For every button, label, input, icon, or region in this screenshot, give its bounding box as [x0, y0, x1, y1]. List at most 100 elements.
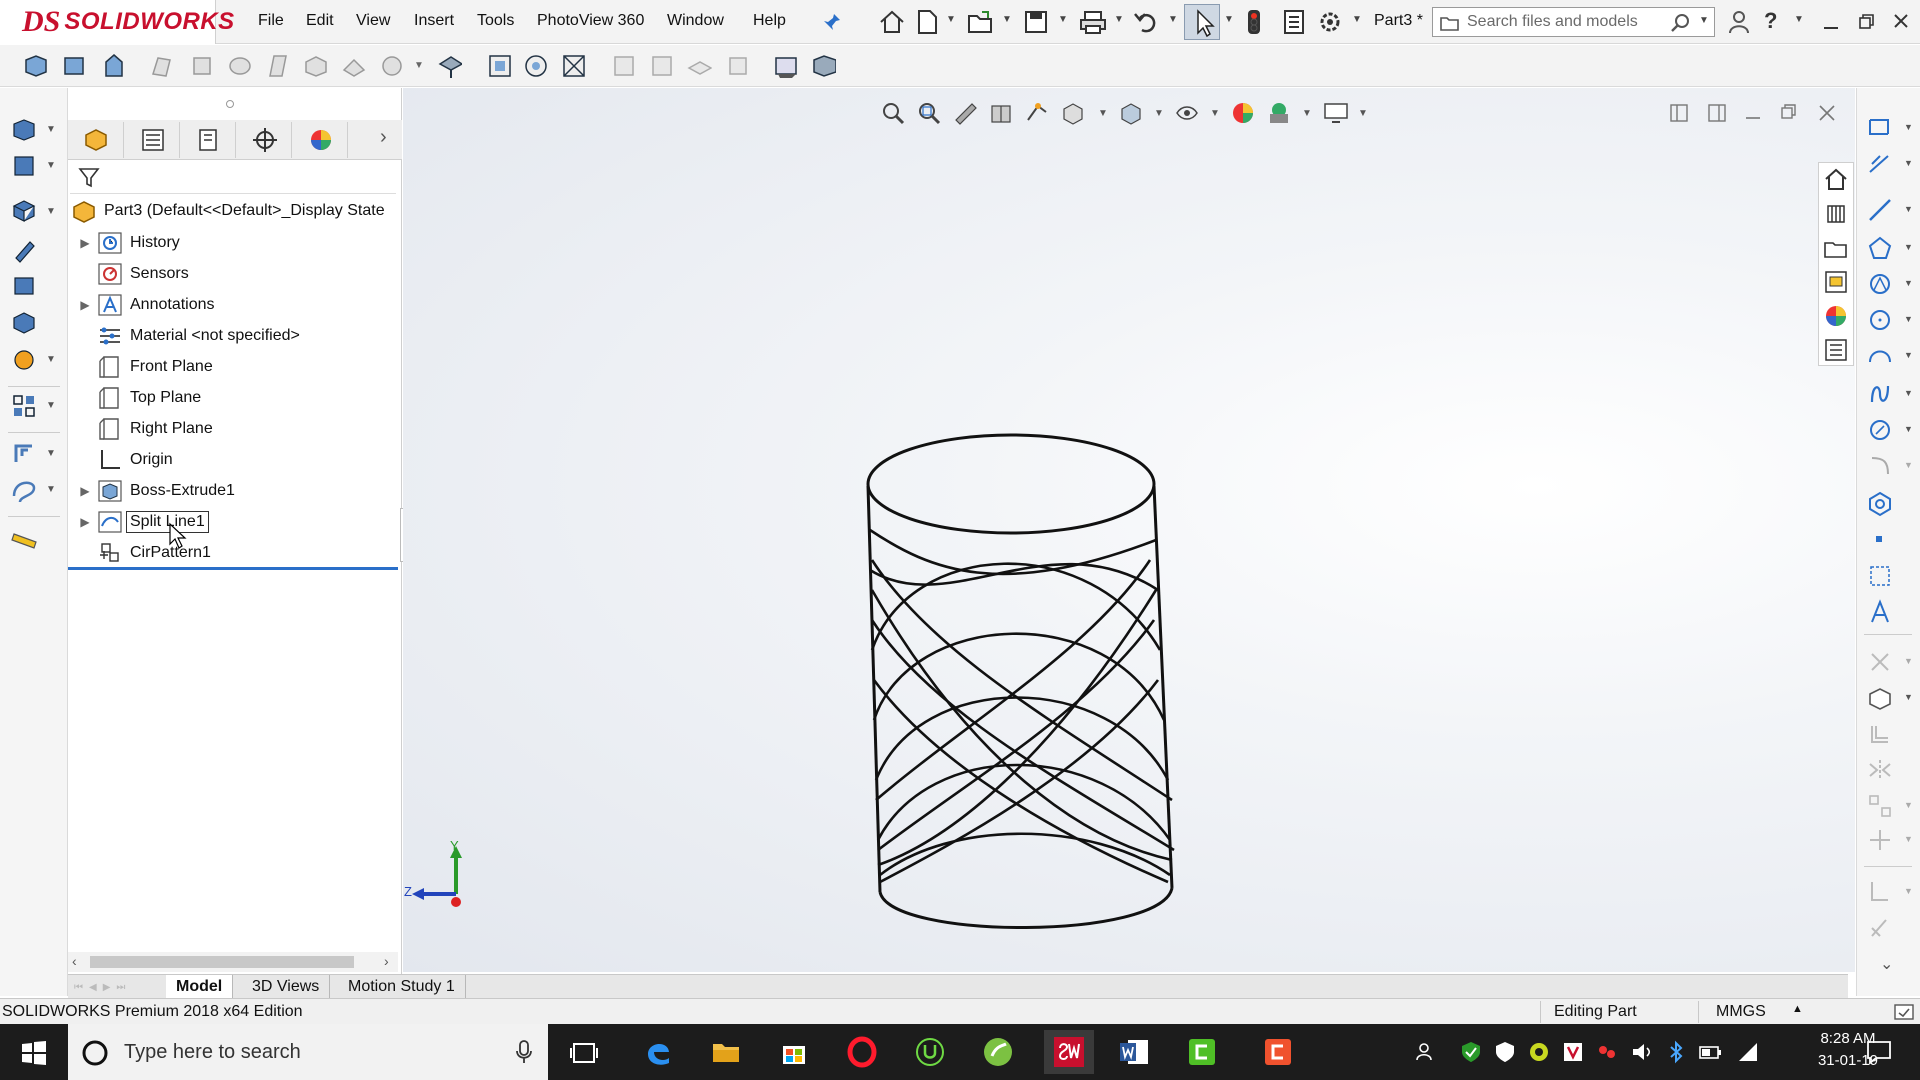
menu-help[interactable]: Help — [753, 12, 786, 30]
tree-item-history[interactable]: ▶ History — [74, 228, 180, 258]
rebuild-status-icon[interactable] — [1892, 1001, 1916, 1023]
expand-arrow-icon[interactable]: ▶ — [74, 515, 96, 529]
scroll-right-icon[interactable]: › — [384, 953, 389, 969]
offset-sketch-icon[interactable] — [1866, 720, 1894, 748]
ellipse-icon[interactable] — [1866, 416, 1894, 444]
zoom-to-area-icon[interactable] — [916, 100, 942, 126]
tree-item-split-line[interactable]: ▶ Split Line1 — [74, 507, 209, 537]
dimxpert-dropdown-icon[interactable]: ▼ — [46, 354, 56, 365]
taskbar-file-explorer[interactable] — [704, 1030, 748, 1074]
menu-file[interactable]: File — [258, 12, 284, 30]
taskbar-opera[interactable] — [840, 1030, 884, 1074]
relations-dropdown-icon[interactable]: ▼ — [1904, 886, 1913, 896]
print-dropdown-icon[interactable]: ▼ — [1114, 14, 1124, 25]
new-document-icon[interactable] — [914, 8, 940, 36]
search-input[interactable]: Search files and models ▼ — [1432, 7, 1715, 37]
view-palette-icon[interactable] — [1822, 268, 1850, 296]
help-dropdown-icon[interactable]: ▼ — [1794, 14, 1804, 25]
volume-icon[interactable] — [1630, 1040, 1654, 1064]
tray-network-monitor-icon[interactable] — [1596, 1040, 1618, 1064]
spline-icon[interactable] — [1866, 270, 1894, 298]
repair-sketch-icon[interactable] — [1866, 914, 1894, 942]
taskbar-word[interactable] — [1112, 1030, 1156, 1074]
battery-icon[interactable] — [1698, 1040, 1724, 1064]
tray-security-icon[interactable] — [1460, 1040, 1482, 1064]
select-tool-button[interactable] — [1184, 4, 1220, 40]
trim-entities-icon[interactable] — [1866, 648, 1894, 676]
draft-icon[interactable] — [264, 52, 290, 78]
rebuild-traffic-light-icon[interactable] — [1244, 8, 1264, 36]
user-account-icon[interactable] — [1726, 8, 1752, 36]
tree-filter-bar[interactable] — [70, 162, 396, 194]
new-dropdown-icon[interactable]: ▼ — [946, 14, 956, 25]
expand-arrow-icon[interactable]: ▶ — [74, 236, 96, 250]
freeform-spline-icon[interactable] — [1866, 380, 1894, 408]
viewport-split-left-icon[interactable] — [1668, 102, 1690, 124]
reference-icon[interactable] — [10, 440, 38, 468]
line-dropdown-icon[interactable]: ▼ — [1904, 204, 1913, 214]
sketch-pattern-dropdown-icon[interactable]: ▼ — [1904, 800, 1913, 810]
undo-dropdown-icon[interactable]: ▼ — [1168, 14, 1178, 25]
file-properties-icon[interactable] — [1280, 8, 1308, 36]
tree-item-origin[interactable]: Origin — [74, 445, 173, 475]
custom-properties-icon[interactable] — [1822, 336, 1850, 364]
wrap-icon[interactable] — [486, 52, 512, 78]
options-dropdown-icon[interactable]: ▼ — [1352, 14, 1362, 25]
last-tab-icon[interactable]: ⏭ — [116, 982, 125, 993]
help-icon[interactable]: ? — [1764, 8, 1777, 34]
open-dropdown-icon[interactable]: ▼ — [1002, 14, 1012, 25]
microphone-icon[interactable] — [512, 1038, 536, 1066]
tray-v-icon[interactable] — [1562, 1040, 1584, 1064]
options-gear-icon[interactable] — [1316, 8, 1344, 36]
assembly-view-icon[interactable] — [10, 152, 38, 180]
tab-scroll-buttons[interactable]: ⏮ ◀ ▶ ⏭ — [68, 975, 160, 999]
viewport-split-right-icon[interactable] — [1706, 102, 1728, 124]
sketch-pattern-icon[interactable] — [1866, 792, 1894, 820]
fillet-icon[interactable] — [148, 52, 174, 78]
taskbar-green-app[interactable] — [976, 1030, 1020, 1074]
edit-appearance-icon[interactable] — [1230, 100, 1256, 126]
rollback-bar[interactable] — [68, 567, 398, 570]
extruded-boss-icon[interactable] — [22, 52, 48, 78]
curve-icon[interactable] — [10, 476, 38, 504]
appearances-scenes-icon[interactable] — [1822, 302, 1850, 330]
intersect-icon[interactable] — [522, 52, 548, 78]
hide-show-dropdown-icon[interactable]: ▼ — [1210, 108, 1220, 119]
swept-boss-icon[interactable] — [100, 52, 126, 78]
freeform-dropdown-icon[interactable]: ▼ — [1904, 388, 1913, 398]
next-tab-icon[interactable]: ▶ — [103, 982, 111, 993]
offset-entities-icon[interactable] — [1866, 490, 1894, 518]
cylinder-model[interactable] — [850, 420, 1190, 950]
design-library-icon[interactable] — [1822, 200, 1850, 228]
wifi-icon[interactable] — [1736, 1040, 1760, 1064]
tree-item-boss-extrude[interactable]: ▶ Boss-Extrude1 — [74, 476, 235, 506]
circle-dropdown-icon[interactable]: ▼ — [1904, 314, 1913, 324]
tree-horizontal-scrollbar[interactable]: ‹ › — [68, 952, 398, 972]
view-orientation-dropdown-icon[interactable]: ▼ — [1098, 108, 1108, 119]
taskbar-solidworks[interactable] — [1044, 1030, 1094, 1074]
apply-scene-icon[interactable] — [1266, 100, 1292, 126]
tree-item-annotations[interactable]: ▶ Annotations — [74, 290, 215, 320]
assembly-view-dropdown-icon[interactable]: ▼ — [46, 160, 56, 171]
solidworks-logo[interactable]: DS SOLIDWORKS — [0, 0, 234, 44]
render-tools-icon[interactable] — [772, 52, 798, 78]
sketch-rectangle-icon[interactable] — [1866, 114, 1894, 142]
tab-property-manager[interactable] — [126, 122, 180, 158]
rib-icon[interactable] — [226, 52, 252, 78]
save-icon[interactable] — [1022, 8, 1050, 36]
viewport-restore-icon[interactable] — [1778, 102, 1800, 124]
drawing-view-dropdown-icon[interactable]: ▼ — [46, 206, 56, 217]
box-feature-icon[interactable] — [10, 308, 38, 336]
text-icon[interactable] — [1866, 598, 1894, 626]
viewport-close-icon[interactable] — [1816, 102, 1838, 124]
move-entities-icon[interactable] — [1866, 826, 1894, 854]
mirror-icon[interactable] — [340, 52, 366, 78]
panel-collapse-handle[interactable] — [226, 100, 234, 108]
view-settings-dropdown-icon[interactable]: ▼ — [1358, 108, 1368, 119]
hide-show-items-icon[interactable] — [1174, 100, 1200, 126]
search-icon[interactable] — [1669, 12, 1693, 34]
sketch-icon[interactable] — [10, 236, 38, 264]
point-icon[interactable] — [1876, 536, 1882, 542]
reference-geometry-icon[interactable] — [436, 52, 462, 78]
tree-item-cirpattern[interactable]: CirPattern1 — [74, 538, 211, 568]
